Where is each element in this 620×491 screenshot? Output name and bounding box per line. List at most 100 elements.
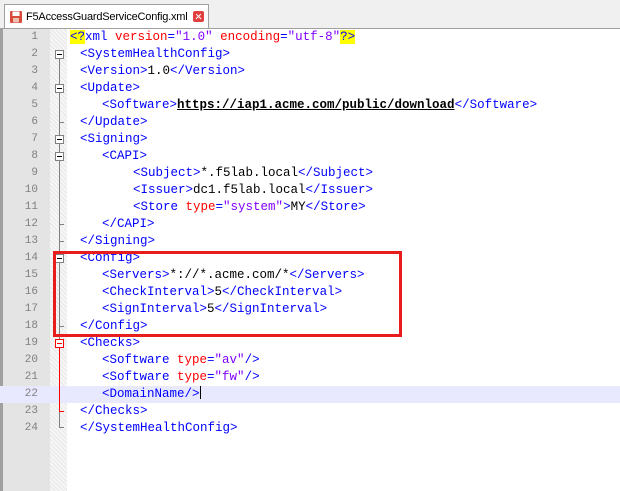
xml-open-tag: <Version> xyxy=(80,64,148,78)
xml-tag: </CAPI> xyxy=(102,217,155,231)
code-line[interactable]: 9 <Subject>*.f5lab.local</Subject> xyxy=(0,165,620,182)
tab-title: F5AccessGuardServiceConfig.xml xyxy=(26,10,188,23)
line-number: 13 xyxy=(24,235,38,247)
xml-decl-name: xml xyxy=(85,30,116,44)
xml-close-tag: </Issuer> xyxy=(305,183,374,197)
close-icon[interactable] xyxy=(192,11,204,22)
line-number: 4 xyxy=(31,82,38,94)
fold-toggle-icon[interactable] xyxy=(55,339,64,348)
xml-open-tag: <Store xyxy=(133,200,186,214)
xml-tag: <CAPI> xyxy=(102,149,148,163)
code-line[interactable]: 19 <Checks> xyxy=(0,335,620,352)
xml-tag: </Checks> xyxy=(80,404,148,418)
code-line[interactable]: 2 <SystemHealthConfig> xyxy=(0,46,620,63)
attr-eq: = xyxy=(167,30,176,44)
attr-value: "fw" xyxy=(214,370,245,384)
xml-tag: <SystemHealthConfig> xyxy=(80,47,231,61)
code-line[interactable]: 12 </CAPI> xyxy=(0,216,620,233)
xml-close-tag: /> xyxy=(244,353,260,367)
xml-close-tag: </Software> xyxy=(454,98,538,112)
code-line[interactable]: 10 <Issuer>dc1.f5lab.local</Issuer> xyxy=(0,182,620,199)
line-number: 8 xyxy=(31,150,38,162)
attr-value: "system" xyxy=(223,200,284,214)
xml-decl-open: <? xyxy=(70,30,86,44)
current-code-line[interactable]: 22 <DomainName/> xyxy=(0,386,620,403)
attr-name: type xyxy=(185,200,216,214)
xml-close-tag: </Store> xyxy=(305,200,366,214)
fold-guide-end xyxy=(59,411,64,412)
code-line[interactable]: 4 <Update> xyxy=(0,80,620,97)
xml-tag: </Signing> xyxy=(80,234,156,248)
line-number: 19 xyxy=(24,337,38,349)
fold-toggle-icon[interactable] xyxy=(55,50,64,59)
attr-eq: = xyxy=(207,370,215,384)
text-caret xyxy=(199,386,201,399)
fold-guide-end xyxy=(59,427,64,428)
code-line[interactable]: 23 </Checks> xyxy=(0,403,620,420)
attr-value: "av" xyxy=(214,353,245,367)
code-editor[interactable]: 1 <?xml version="1.0" encoding="utf-8"?>… xyxy=(0,29,620,491)
code-line[interactable]: 3 <Version>1.0</Version> xyxy=(0,63,620,80)
attr-eq: = xyxy=(280,30,288,44)
code-line[interactable]: 1 <?xml version="1.0" encoding="utf-8"?> xyxy=(0,29,620,46)
attr-name: encoding xyxy=(212,30,281,44)
line-number: 16 xyxy=(24,286,38,298)
line-number: 21 xyxy=(24,371,38,383)
line-number: 11 xyxy=(24,201,38,213)
xml-tag: <DomainName/> xyxy=(102,387,200,401)
xml-close-tag: /> xyxy=(244,370,260,384)
attr-eq: = xyxy=(207,353,215,367)
attr-name: type xyxy=(177,353,208,367)
code-line[interactable]: 13 </Signing> xyxy=(0,233,620,250)
fold-guide-end xyxy=(59,224,64,225)
line-number: 7 xyxy=(31,133,38,145)
xml-value: dc1.f5lab.local xyxy=(193,183,306,197)
code-line[interactable]: 11 <Store type="system">MY</Store> xyxy=(0,199,620,216)
line-number: 20 xyxy=(24,354,38,366)
attr-value: "1.0" xyxy=(175,30,213,44)
line-number: 22 xyxy=(24,388,38,400)
xml-open-tag: <Software xyxy=(102,353,178,367)
attr-name: type xyxy=(177,370,208,384)
line-number: 9 xyxy=(31,167,38,179)
line-number: 2 xyxy=(31,48,38,60)
tab-file[interactable]: F5AccessGuardServiceConfig.xml xyxy=(4,4,209,28)
line-number: 3 xyxy=(31,65,38,77)
line-number: 1 xyxy=(31,31,38,43)
line-number: 14 xyxy=(24,252,38,264)
fold-toggle-icon[interactable] xyxy=(55,84,64,93)
fold-guide-line xyxy=(59,348,60,411)
attr-name: version xyxy=(115,30,168,44)
floppy-disk-icon xyxy=(9,10,23,24)
xml-tag: </Update> xyxy=(80,115,148,129)
line-number: 23 xyxy=(24,405,38,417)
attr-value: "utf-8" xyxy=(287,30,341,44)
xml-close-tag: </Version> xyxy=(170,64,246,78)
url-link[interactable]: https://iap1.acme.com/public/download xyxy=(177,98,455,112)
code-line[interactable]: 8 <CAPI> xyxy=(0,148,620,165)
tag-end: > xyxy=(283,200,291,214)
code-line[interactable]: 5 <Software>https://iap1.acme.com/public… xyxy=(0,97,620,114)
line-number: 17 xyxy=(24,303,38,315)
line-number: 5 xyxy=(31,99,38,111)
code-line[interactable]: 24 </SystemHealthConfig> xyxy=(0,420,620,437)
xml-value: 1.0 xyxy=(147,64,171,78)
fold-toggle-icon[interactable] xyxy=(55,135,64,144)
xml-close-tag: </Subject> xyxy=(298,166,374,180)
fold-guide-end xyxy=(59,122,64,123)
xml-tag: <Update> xyxy=(80,81,141,95)
xml-value: *.f5lab.local xyxy=(200,166,299,180)
code-line[interactable]: 6 </Update> xyxy=(0,114,620,131)
tab-bar: F5AccessGuardServiceConfig.xml xyxy=(0,0,620,29)
line-number: 24 xyxy=(24,422,38,434)
xml-open-tag: <Software xyxy=(102,370,178,384)
line-number: 12 xyxy=(24,218,38,230)
code-line[interactable]: 21 <Software type="fw"/> xyxy=(0,369,620,386)
code-line[interactable]: 20 <Software type="av"/> xyxy=(0,352,620,369)
highlight-box xyxy=(53,251,402,337)
fold-toggle-icon[interactable] xyxy=(55,152,64,161)
code-line[interactable]: 7 <Signing> xyxy=(0,131,620,148)
xml-tag: <Signing> xyxy=(80,132,148,146)
xml-open-tag: <Issuer> xyxy=(133,183,194,197)
line-number: 15 xyxy=(24,269,38,281)
